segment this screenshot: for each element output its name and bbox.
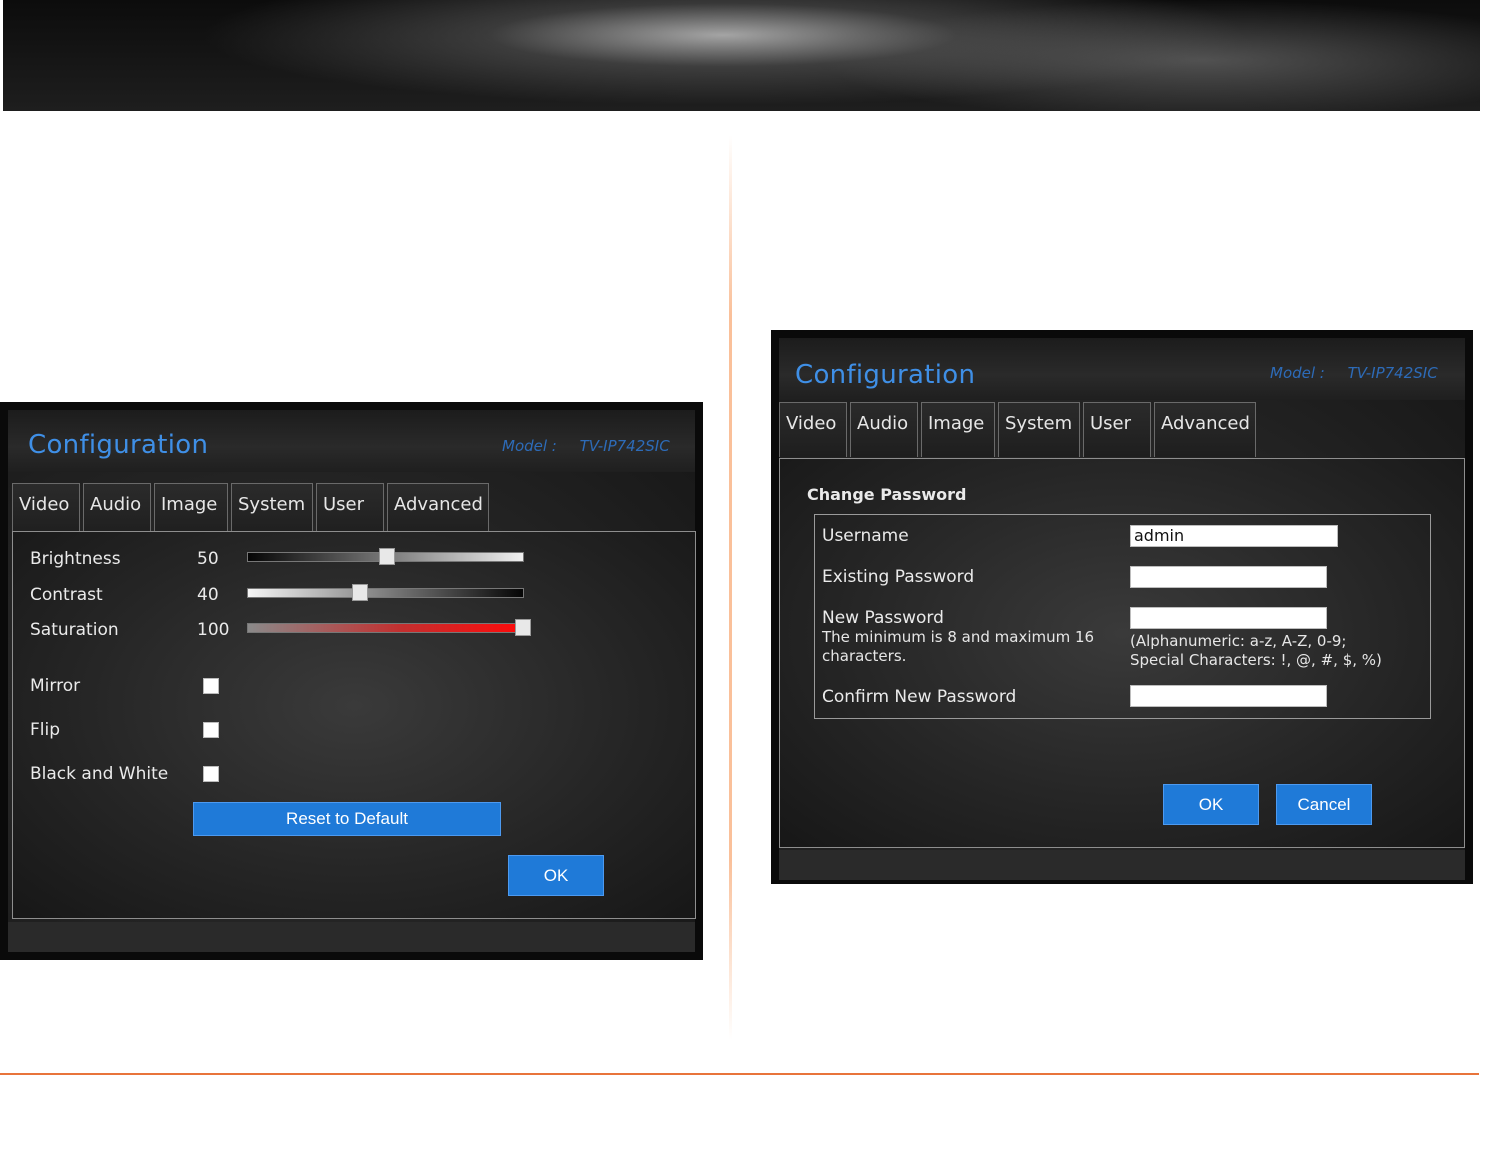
config-window-user: Configuration Model : TV-IP742SIC Video … [771, 330, 1473, 884]
saturation-slider-thumb[interactable] [515, 619, 531, 636]
model-label: Model : [1270, 364, 1325, 382]
tab-advanced[interactable]: Advanced [387, 483, 489, 538]
image-settings-panel: Brightness 50 Contrast 40 Saturation 100… [12, 531, 696, 919]
tab-video[interactable]: Video [12, 483, 80, 538]
config-tabs: Video Audio Image System User Advanced [779, 402, 1259, 457]
config-footer-strip [8, 922, 695, 952]
username-label: Username [822, 526, 909, 546]
model-info: Model : TV-IP742SIC [502, 437, 670, 455]
ok-button[interactable]: OK [508, 855, 604, 896]
saturation-slider[interactable] [247, 619, 531, 636]
tab-video[interactable]: Video [779, 402, 847, 457]
mirror-checkbox[interactable] [203, 678, 219, 694]
tab-audio[interactable]: Audio [850, 402, 918, 457]
tab-advanced[interactable]: Advanced [1154, 402, 1256, 457]
model-info: Model : TV-IP742SIC [1270, 364, 1438, 382]
ok-button[interactable]: OK [1163, 784, 1259, 825]
model-value: TV-IP742SIC [579, 437, 670, 455]
flip-label: Flip [30, 720, 61, 740]
confirm-password-label: Confirm New Password [822, 687, 1017, 707]
model-value: TV-IP742SIC [1347, 364, 1438, 382]
new-password-hint-line2: characters. [822, 647, 907, 665]
contrast-label: Contrast [30, 585, 103, 605]
tab-image[interactable]: Image [154, 483, 228, 538]
flip-checkbox[interactable] [203, 722, 219, 738]
allowed-characters-line1: (Alphanumeric: a-z, A-Z, 0-9; [1130, 632, 1347, 650]
cancel-button[interactable]: Cancel [1276, 784, 1372, 825]
black-and-white-label: Black and White [30, 764, 169, 784]
mirror-label: Mirror [30, 676, 81, 696]
config-title: Configuration [795, 360, 976, 390]
confirm-password-input[interactable] [1130, 685, 1327, 707]
tab-system[interactable]: System [998, 402, 1080, 457]
saturation-value: 100 [197, 620, 230, 640]
new-password-hint-line1: The minimum is 8 and maximum 16 [822, 628, 1095, 646]
existing-password-input[interactable] [1130, 566, 1327, 588]
black-and-white-checkbox[interactable] [203, 766, 219, 782]
change-password-heading: Change Password [807, 485, 967, 504]
model-label: Model : [502, 437, 557, 455]
brightness-slider[interactable] [247, 548, 524, 565]
username-input[interactable]: admin [1130, 525, 1338, 547]
tab-system[interactable]: System [231, 483, 313, 538]
new-password-label: New Password [822, 608, 944, 628]
contrast-slider[interactable] [247, 584, 524, 601]
center-divider [729, 135, 732, 1040]
brightness-label: Brightness [30, 549, 121, 569]
brightness-slider-thumb[interactable] [379, 548, 395, 565]
contrast-slider-thumb[interactable] [352, 584, 368, 601]
page-banner [3, 0, 1480, 111]
brightness-value: 50 [197, 549, 219, 569]
config-window-body: Configuration Model : TV-IP742SIC Video … [8, 410, 696, 952]
config-window-body: Configuration Model : TV-IP742SIC Video … [779, 338, 1465, 880]
password-form: Username admin Existing Password New Pas… [814, 514, 1431, 719]
tab-image[interactable]: Image [921, 402, 995, 457]
footer-line [0, 1073, 1479, 1075]
tab-user[interactable]: User [1083, 402, 1151, 457]
existing-password-label: Existing Password [822, 567, 975, 587]
config-footer-strip [779, 850, 1465, 880]
saturation-label: Saturation [30, 620, 119, 640]
allowed-characters-line2: Special Characters: !, @, #, $, %) [1130, 651, 1382, 669]
tab-user[interactable]: User [316, 483, 384, 538]
tab-audio[interactable]: Audio [83, 483, 151, 538]
contrast-value: 40 [197, 585, 219, 605]
new-password-input[interactable] [1130, 607, 1327, 629]
config-title: Configuration [28, 430, 209, 460]
config-tabs: Video Audio Image System User Advanced [12, 483, 492, 538]
change-password-panel: Change Password Username admin Existing … [779, 458, 1465, 848]
reset-to-default-button[interactable]: Reset to Default [193, 802, 501, 836]
config-window-image: Configuration Model : TV-IP742SIC Video … [0, 402, 703, 960]
